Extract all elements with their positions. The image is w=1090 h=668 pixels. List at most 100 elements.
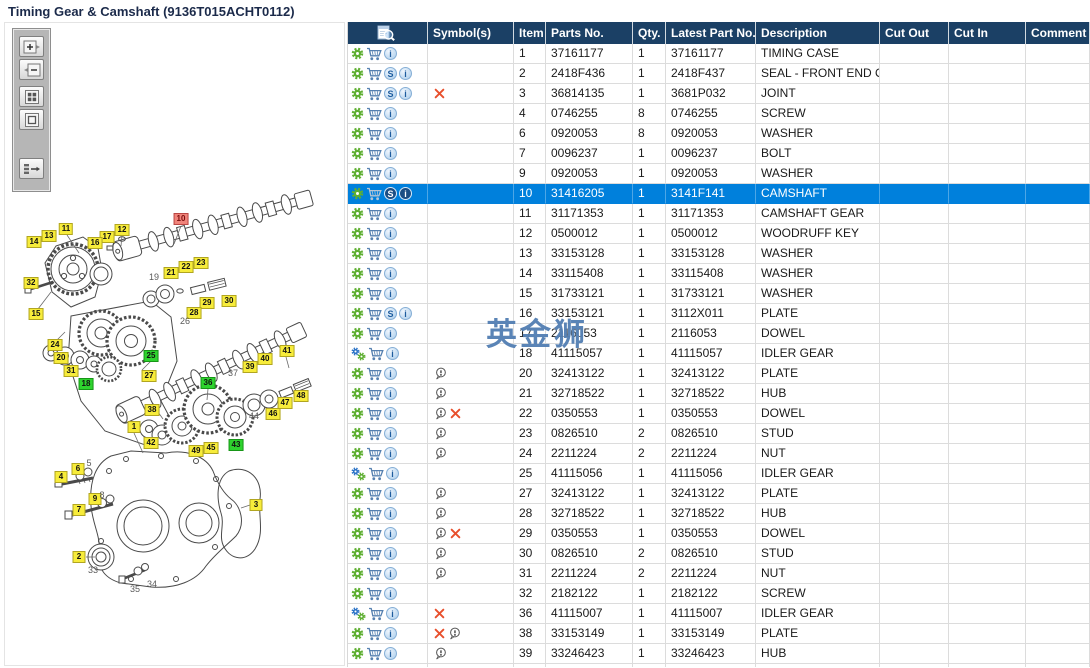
info-icon[interactable]: i	[384, 487, 397, 500]
table-row-item-32[interactable]: i 32 2182122 1 2182122 SCREW	[348, 584, 1090, 604]
cart-icon[interactable]	[366, 427, 382, 441]
gear-icon[interactable]	[351, 527, 364, 540]
diagram-label-14[interactable]: 14	[26, 236, 42, 248]
info-icon[interactable]: i	[384, 247, 397, 260]
info-icon[interactable]: i	[386, 607, 399, 620]
cart-icon[interactable]	[368, 347, 384, 361]
gear-icon[interactable]	[351, 387, 364, 400]
gear-icon[interactable]	[351, 67, 364, 80]
table-row-item-20[interactable]: i 20 32413122 1 32413122 PLATE	[348, 364, 1090, 384]
info-icon[interactable]: i	[384, 47, 397, 60]
table-row-item-21[interactable]: i 21 32718522 1 32718522 HUB	[348, 384, 1090, 404]
double-gear-icon[interactable]	[351, 467, 366, 481]
diagram-label-24[interactable]: 24	[47, 339, 63, 351]
cart-icon[interactable]	[366, 567, 382, 581]
info-icon[interactable]: i	[386, 467, 399, 480]
table-row-item-39[interactable]: i 39 33246423 1 33246423 HUB	[348, 644, 1090, 664]
diagram-label-15[interactable]: 15	[28, 308, 44, 320]
diagram-label-21[interactable]: 21	[163, 267, 179, 279]
info-icon[interactable]: i	[384, 407, 397, 420]
diagram-label-11[interactable]: 11	[58, 223, 74, 235]
info-icon[interactable]: i	[384, 547, 397, 560]
zoom-out-button[interactable]	[19, 59, 44, 80]
info-icon[interactable]: i	[384, 527, 397, 540]
cart-icon[interactable]	[366, 367, 382, 381]
cart-icon[interactable]	[366, 587, 382, 601]
diagram-label-3[interactable]: 3	[249, 499, 263, 511]
column-header-qty[interactable]: Qty.	[633, 22, 666, 44]
cart-icon[interactable]	[366, 67, 382, 81]
info-icon[interactable]: i	[384, 367, 397, 380]
diagram-label-18[interactable]: 18	[78, 378, 94, 390]
cart-icon[interactable]	[366, 187, 382, 201]
info-icon[interactable]: i	[384, 427, 397, 440]
cart-icon[interactable]	[366, 127, 382, 141]
cart-icon[interactable]	[366, 487, 382, 501]
cart-icon[interactable]	[366, 107, 382, 121]
gear-icon[interactable]	[351, 87, 364, 100]
s-badge[interactable]: S	[384, 87, 397, 100]
gear-icon[interactable]	[351, 567, 364, 580]
gear-icon[interactable]	[351, 307, 364, 320]
info-icon[interactable]: i	[384, 167, 397, 180]
column-header-cut_in[interactable]: Cut In	[949, 22, 1026, 44]
cart-icon[interactable]	[366, 167, 382, 181]
table-row-item-11[interactable]: i 11 31171353 1 31171353 CAMSHAFT GEAR	[348, 204, 1090, 224]
cart-icon[interactable]	[366, 527, 382, 541]
gear-icon[interactable]	[351, 267, 364, 280]
table-row-item-2[interactable]: Si 22418F43612418F437SEAL - FRONT END OIL	[348, 64, 1090, 84]
info-icon[interactable]: i	[384, 447, 397, 460]
column-header-parts_no[interactable]: Parts No.	[546, 22, 633, 44]
cart-icon[interactable]	[366, 327, 382, 341]
diagram-label-40[interactable]: 40	[257, 353, 273, 365]
diagram-label-42[interactable]: 42	[143, 437, 159, 449]
column-header-symbols[interactable]: Symbol(s)	[428, 22, 514, 44]
table-row-item-38[interactable]: i 38 33153149 1 33153149 PLATE	[348, 624, 1090, 644]
cart-icon[interactable]	[366, 207, 382, 221]
info-icon[interactable]: i	[399, 87, 412, 100]
cart-icon[interactable]	[366, 47, 382, 61]
diagram-label-22[interactable]: 22	[178, 261, 194, 273]
diagram-label-16[interactable]: 16	[87, 237, 103, 249]
info-icon[interactable]: i	[399, 307, 412, 320]
diagram-label-45[interactable]: 45	[203, 442, 219, 454]
table-row-item-7[interactable]: i 7 0096237 1 0096237 BOLT	[348, 144, 1090, 164]
diagram-label-36[interactable]: 36	[200, 377, 216, 389]
fit-view-button[interactable]	[19, 109, 44, 130]
cart-icon[interactable]	[366, 407, 382, 421]
gear-icon[interactable]	[351, 427, 364, 440]
diagram-label-25[interactable]: 25	[143, 350, 159, 362]
diagram-label-30[interactable]: 30	[221, 295, 237, 307]
column-header-comment[interactable]: Comment	[1026, 22, 1090, 44]
gear-icon[interactable]	[351, 507, 364, 520]
info-icon[interactable]: i	[384, 127, 397, 140]
diagram-label-13[interactable]: 13	[41, 230, 57, 242]
info-icon[interactable]: i	[386, 347, 399, 360]
column-header-icons[interactable]	[348, 22, 428, 44]
gear-icon[interactable]	[351, 587, 364, 600]
gear-icon[interactable]	[351, 367, 364, 380]
table-row-item-15[interactable]: i 15 31733121 1 31733121 WASHER	[348, 284, 1090, 304]
double-gear-icon[interactable]	[351, 607, 366, 621]
table-row-item-9[interactable]: i 9 0920053 1 0920053 WASHER	[348, 164, 1090, 184]
gear-icon[interactable]	[351, 547, 364, 560]
diagram-label-31[interactable]: 31	[63, 365, 79, 377]
info-icon[interactable]: i	[399, 187, 412, 200]
cart-icon[interactable]	[366, 647, 382, 661]
gear-icon[interactable]	[351, 627, 364, 640]
diagram-label-23[interactable]: 23	[193, 257, 209, 269]
diagram-label-49[interactable]: 49	[188, 445, 204, 457]
table-row-item-30[interactable]: i 30 0826510 2 0826510 STUD	[348, 544, 1090, 564]
table-row-item-13[interactable]: i 13 33153128 1 33153128 WASHER	[348, 244, 1090, 264]
table-row-item-18[interactable]: i 18 41115057 1 41115057 IDLER GEAR	[348, 344, 1090, 364]
diagram-label-7[interactable]: 7	[72, 504, 86, 516]
cart-icon[interactable]	[366, 447, 382, 461]
table-row-item-16[interactable]: Si 16 33153121 1 3112X011 PLATE	[348, 304, 1090, 324]
s-badge[interactable]: S	[384, 307, 397, 320]
double-gear-icon[interactable]	[351, 347, 366, 361]
cart-icon[interactable]	[366, 307, 382, 321]
diagram-label-2[interactable]: 2	[72, 551, 86, 563]
table-row-item-31[interactable]: i 31 2211224 2 2211224 NUT	[348, 564, 1090, 584]
gear-icon[interactable]	[351, 287, 364, 300]
zoom-in-button[interactable]	[19, 36, 44, 57]
